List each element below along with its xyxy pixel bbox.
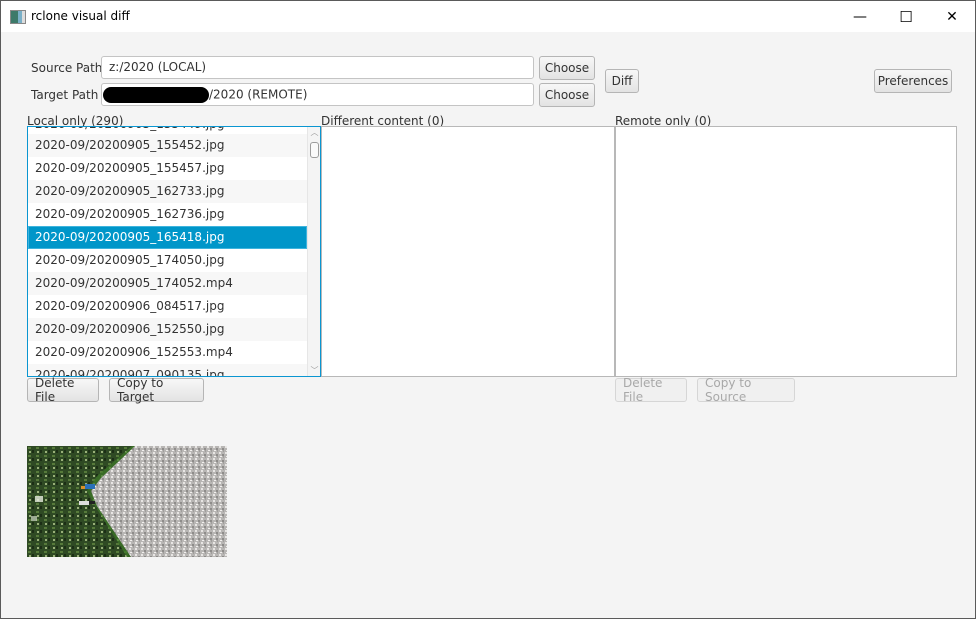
diff-button[interactable]: Diff — [605, 69, 639, 93]
list-item[interactable]: 2020-09/20200906_152553.mp4 — [28, 341, 307, 364]
choose-target-label: Choose — [544, 88, 590, 102]
preview-photo — [27, 446, 227, 557]
delete-remote-file-button[interactable]: Delete File — [615, 376, 687, 404]
remote-only-list[interactable] — [615, 126, 957, 377]
image-preview — [27, 446, 227, 557]
close-icon: ✕ — [946, 8, 958, 25]
local-only-rows: 2020-09/20200905_155449.jpg 2020-09/2020… — [28, 127, 307, 376]
list-item[interactable]: 2020-09/20200905_174052.mp4 — [28, 272, 307, 295]
delete-local-label: Delete File — [35, 376, 75, 404]
close-button[interactable]: ✕ — [929, 1, 975, 32]
local-list-scrollbar[interactable]: ︿ ﹀ — [307, 127, 320, 376]
copy-to-target-label: Copy to Target — [117, 376, 164, 404]
target-path-label: Target Path — [31, 88, 99, 102]
copy-to-source-button[interactable]: Copy to Source — [697, 376, 795, 404]
copy-to-source-label: Copy to Source — [705, 376, 752, 404]
list-item[interactable]: 2020-09/20200905_155457.jpg — [28, 157, 307, 180]
choose-source-button[interactable]: Choose — [539, 56, 595, 80]
app-window: rclone visual diff — ☐ ✕ Source Path z:/… — [0, 0, 976, 619]
choose-source-label: Choose — [544, 61, 590, 75]
window-title: rclone visual diff — [31, 9, 130, 23]
scroll-up-icon[interactable]: ︿ — [308, 127, 320, 138]
title-bar: rclone visual diff — ☐ ✕ — [1, 1, 975, 32]
delete-remote-label: Delete File — [623, 376, 663, 404]
diff-label: Diff — [611, 74, 633, 88]
preferences-label: Preferences — [877, 74, 949, 88]
list-item[interactable]: 2020-09/20200906_084517.jpg — [28, 295, 307, 318]
source-path-value: z:/2020 (LOCAL) — [109, 60, 207, 74]
list-item[interactable]: 2020-09/20200905_162733.jpg — [28, 180, 307, 203]
list-item[interactable]: 2020-09/20200905_174050.jpg — [28, 249, 307, 272]
maximize-button[interactable]: ☐ — [883, 1, 929, 32]
app-icon — [10, 10, 26, 24]
source-path-input[interactable]: z:/2020 (LOCAL) — [101, 56, 534, 79]
list-item-partial[interactable]: 2020-09/20200905_155449.jpg — [28, 127, 307, 134]
redaction-mask — [103, 87, 209, 103]
copy-to-target-button[interactable]: Copy to Target — [109, 376, 204, 404]
list-item-selected[interactable]: 2020-09/20200905_165418.jpg — [28, 226, 307, 249]
choose-target-button[interactable]: Choose — [539, 83, 595, 107]
local-only-list[interactable]: 2020-09/20200905_155449.jpg 2020-09/2020… — [27, 126, 321, 377]
minimize-button[interactable]: — — [837, 1, 883, 32]
maximize-icon: ☐ — [899, 7, 913, 26]
scroll-thumb[interactable] — [310, 142, 319, 158]
different-content-list[interactable] — [321, 126, 615, 377]
scroll-down-icon[interactable]: ﹀ — [308, 365, 320, 376]
source-path-label: Source Path — [31, 61, 103, 75]
list-item[interactable]: 2020-09/20200905_155452.jpg — [28, 134, 307, 157]
minimize-icon: — — [853, 8, 867, 25]
target-path-input[interactable]: /2020 (REMOTE) — [101, 83, 534, 106]
target-path-value: /2020 (REMOTE) — [209, 87, 308, 102]
list-item[interactable]: 2020-09/20200906_152550.jpg — [28, 318, 307, 341]
list-item[interactable]: 2020-09/20200905_162736.jpg — [28, 203, 307, 226]
preferences-button[interactable]: Preferences — [874, 69, 952, 93]
delete-local-file-button[interactable]: Delete File — [27, 376, 99, 404]
